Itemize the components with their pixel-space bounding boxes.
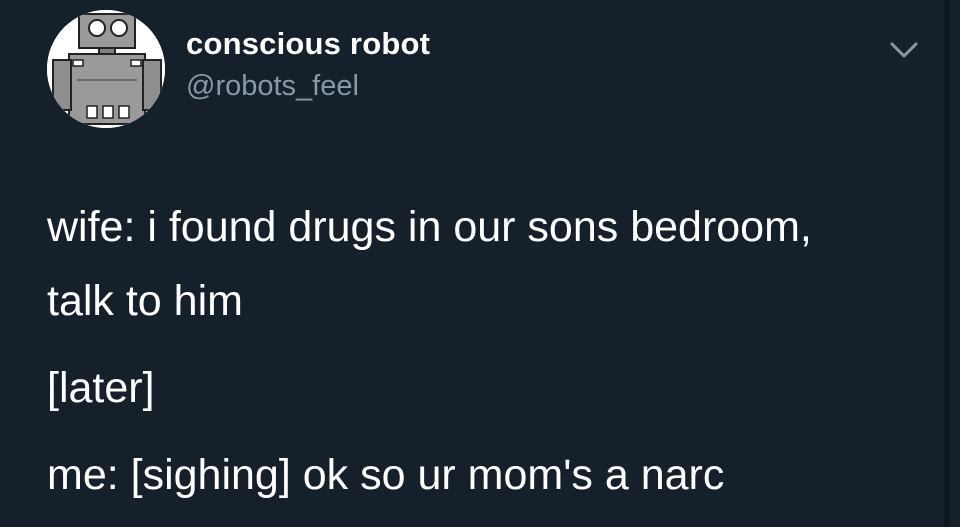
author-name[interactable]: conscious robot bbox=[186, 26, 430, 62]
scrollbar-track bbox=[944, 0, 950, 527]
tweet-line: talk to him bbox=[47, 277, 243, 325]
robot-avatar-icon bbox=[47, 10, 165, 128]
tweet-line: wife: i found drugs in our sons bedroom, bbox=[47, 203, 812, 251]
tweet-line: [later] bbox=[47, 364, 155, 412]
tweet-text: wife: i found drugs in our sons bedroom,… bbox=[47, 190, 927, 512]
tweet-card: conscious robot @robots_feel wife: i fou… bbox=[0, 0, 960, 527]
avatar[interactable] bbox=[47, 10, 165, 128]
tweet-line: me: [sighing] ok so ur mom's a narc bbox=[47, 451, 725, 499]
chevron-down-icon[interactable] bbox=[886, 38, 922, 62]
author-handle[interactable]: @robots_feel bbox=[186, 70, 359, 103]
